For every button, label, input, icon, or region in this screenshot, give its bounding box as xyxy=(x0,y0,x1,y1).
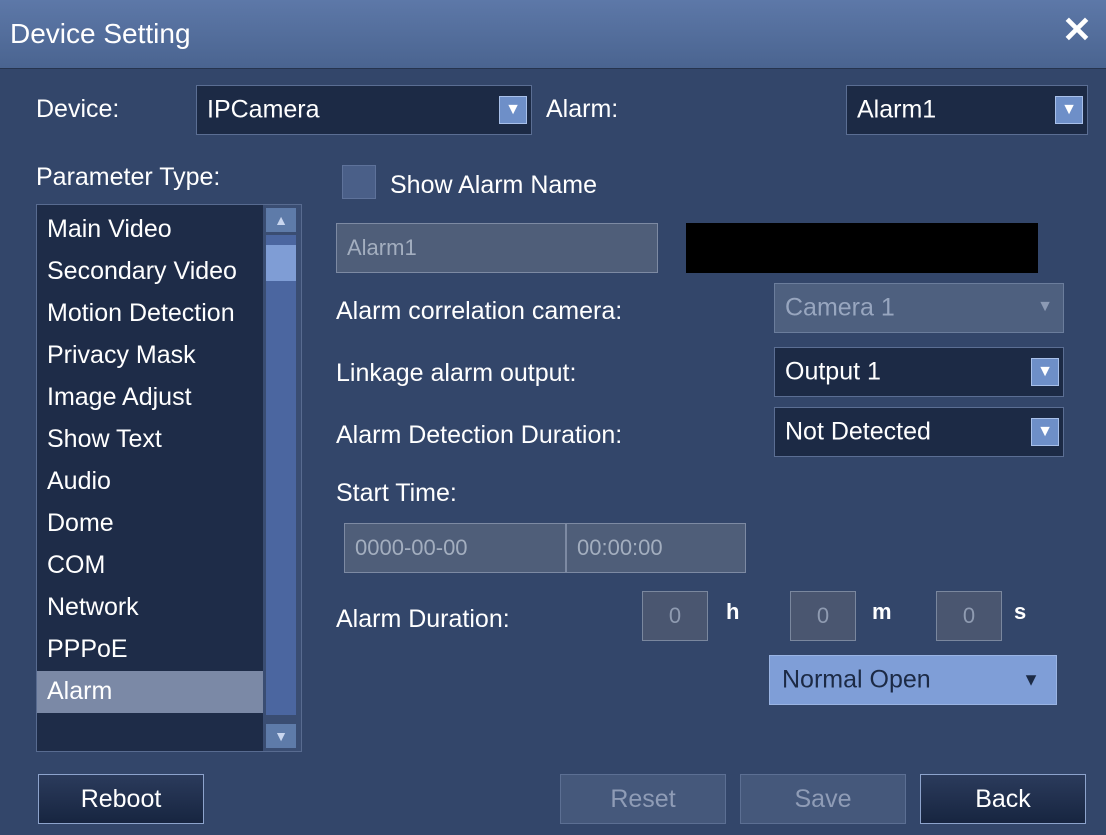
color-swatch[interactable] xyxy=(686,223,1038,273)
alarm-mode-dropdown[interactable]: Normal Open ▼ xyxy=(769,655,1057,705)
start-date-field[interactable]: 0000-00-00 xyxy=(344,523,566,573)
list-item[interactable]: Audio xyxy=(37,461,263,503)
chevron-down-icon[interactable]: ▼ xyxy=(1031,294,1059,322)
scrollbar-track[interactable] xyxy=(266,235,296,715)
device-label: Device: xyxy=(36,95,120,123)
linkage-output-value: Output 1 xyxy=(785,357,881,386)
reboot-button[interactable]: Reboot xyxy=(38,774,204,824)
list-item[interactable]: Motion Detection xyxy=(37,293,263,335)
alarm-value: Alarm1 xyxy=(857,95,937,124)
close-icon[interactable]: ✕ xyxy=(1062,12,1092,48)
hours-field[interactable]: 0 xyxy=(642,591,708,641)
seconds-field[interactable]: 0 xyxy=(936,591,1002,641)
detection-duration-dropdown[interactable]: Not Detected ▼ xyxy=(774,407,1064,457)
settings-panel: Device: IPCamera ▼ Alarm: Alarm1 ▼ Param… xyxy=(0,69,1106,835)
list-item[interactable]: Image Adjust xyxy=(37,377,263,419)
start-date-value: 0000-00-00 xyxy=(355,535,468,560)
alarm-name-value: Alarm1 xyxy=(347,235,417,260)
list-item[interactable]: Secondary Video xyxy=(37,251,263,293)
reset-button[interactable]: Reset xyxy=(560,774,726,824)
list-item[interactable]: Show Text xyxy=(37,419,263,461)
list-item[interactable]: COM xyxy=(37,545,263,587)
correlation-camera-value: Camera 1 xyxy=(785,293,895,322)
chevron-down-icon[interactable]: ▼ xyxy=(499,96,527,124)
parameter-type-label: Parameter Type: xyxy=(36,163,221,191)
minutes-field[interactable]: 0 xyxy=(790,591,856,641)
start-time-label: Start Time: xyxy=(336,479,457,507)
scroll-up-icon[interactable]: ▲ xyxy=(266,208,296,232)
scrollbar-thumb[interactable] xyxy=(266,245,296,281)
linkage-output-label: Linkage alarm output: xyxy=(336,359,577,387)
start-time-value: 00:00:00 xyxy=(577,535,663,560)
scroll-down-icon[interactable]: ▼ xyxy=(266,724,296,748)
list-item-selected[interactable]: Alarm xyxy=(37,671,263,713)
alarm-mode-value: Normal Open xyxy=(782,665,931,694)
show-alarm-name-label: Show Alarm Name xyxy=(390,171,598,199)
list-item[interactable]: Privacy Mask xyxy=(37,335,263,377)
device-dropdown[interactable]: IPCamera ▼ xyxy=(196,85,532,135)
device-value: IPCamera xyxy=(207,95,320,124)
chevron-down-icon[interactable]: ▼ xyxy=(1031,418,1059,446)
linkage-output-dropdown[interactable]: Output 1 ▼ xyxy=(774,347,1064,397)
list-item[interactable]: Dome xyxy=(37,503,263,545)
list-item[interactable]: Main Video xyxy=(37,209,263,251)
caret-down-icon[interactable]: ▼ xyxy=(1022,670,1040,691)
alarm-label: Alarm: xyxy=(546,95,619,123)
detection-duration-label: Alarm Detection Duration: xyxy=(336,421,623,449)
chevron-down-icon[interactable]: ▼ xyxy=(1055,96,1083,124)
detection-duration-value: Not Detected xyxy=(785,417,931,446)
alarm-dropdown[interactable]: Alarm1 ▼ xyxy=(846,85,1088,135)
chevron-down-icon[interactable]: ▼ xyxy=(1031,358,1059,386)
correlation-camera-label: Alarm correlation camera: xyxy=(336,297,623,325)
parameter-type-list[interactable]: Main Video Secondary Video Motion Detect… xyxy=(36,204,302,752)
window-title: Device Setting xyxy=(10,18,191,49)
start-time-field[interactable]: 00:00:00 xyxy=(566,523,746,573)
back-button[interactable]: Back xyxy=(920,774,1086,824)
hours-unit: h xyxy=(726,599,740,624)
list-item[interactable]: Network xyxy=(37,587,263,629)
alarm-duration-label: Alarm Duration: xyxy=(336,605,510,633)
save-button[interactable]: Save xyxy=(740,774,906,824)
show-alarm-name-checkbox[interactable] xyxy=(342,165,376,199)
list-item[interactable]: PPPoE xyxy=(37,629,263,671)
list-scrollbar[interactable]: ▲ ▼ xyxy=(263,205,301,751)
correlation-camera-dropdown[interactable]: Camera 1 ▼ xyxy=(774,283,1064,333)
title-bar: Device Setting ✕ xyxy=(0,0,1106,69)
seconds-unit: s xyxy=(1014,599,1027,624)
minutes-unit: m xyxy=(872,599,892,624)
alarm-name-field[interactable]: Alarm1 xyxy=(336,223,658,273)
